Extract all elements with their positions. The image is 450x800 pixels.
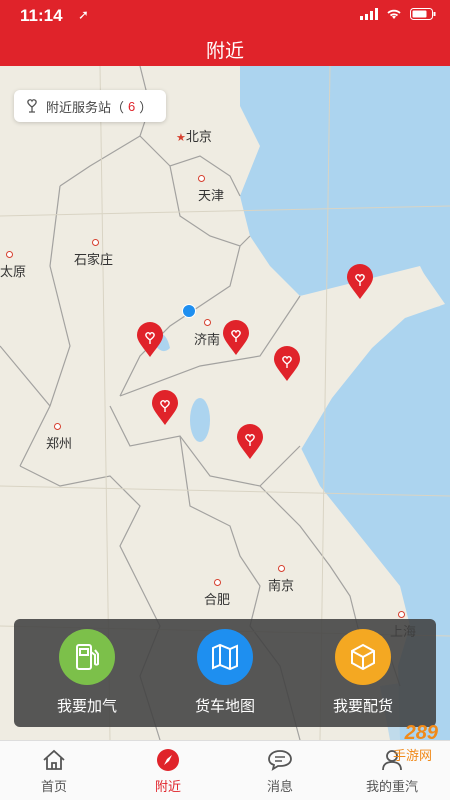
city-dot-icon	[278, 565, 285, 573]
tab-home-label: 首页	[40, 779, 67, 794]
city-dot-icon	[398, 611, 405, 619]
city-dot-icon	[54, 423, 61, 431]
city-dot-icon	[92, 239, 99, 247]
station-pill-label: 附近服务站（	[46, 99, 125, 115]
tab-home[interactable]: 首页	[14, 747, 94, 795]
city-dot-icon	[214, 579, 221, 587]
city-dot-icon	[6, 251, 13, 259]
compass-icon	[128, 747, 208, 773]
tab-messages-label: 消息	[266, 779, 293, 794]
city-dot-icon	[198, 175, 205, 183]
chat-icon	[240, 747, 320, 773]
signal-icon	[360, 8, 378, 20]
cargo-label: 我要配货	[332, 698, 393, 715]
station-marker[interactable]	[236, 424, 264, 460]
wifi-icon	[387, 9, 401, 19]
gas-button[interactable]: 我要加气	[32, 629, 142, 716]
nav-header: 附近	[0, 30, 450, 66]
user-location-dot	[182, 304, 196, 318]
nearby-stations-button[interactable]: 附近服务站（ 6 ）	[14, 90, 167, 122]
status-bar: 11:14 ➚	[0, 0, 450, 30]
capital-star-icon: ★	[176, 132, 186, 144]
city-zhengzhou: 郑州	[46, 418, 72, 452]
battery-icon	[410, 8, 436, 20]
page-title: 附近	[205, 41, 244, 62]
city-taiyuan: 太原	[0, 246, 26, 280]
city-jinan: 济南	[194, 314, 220, 348]
home-icon	[14, 747, 94, 773]
status-icons	[360, 8, 436, 20]
station-marker[interactable]	[136, 322, 164, 358]
city-hefei: 合肥	[204, 574, 230, 608]
station-marker[interactable]	[222, 320, 250, 356]
station-icon	[27, 99, 37, 113]
station-pill-close: ）	[139, 99, 153, 115]
gas-label: 我要加气	[56, 698, 117, 715]
station-marker[interactable]	[151, 390, 179, 426]
tab-mine-label: 我的重汽	[365, 779, 418, 794]
gas-pump-icon	[59, 629, 115, 685]
tab-messages[interactable]: 消息	[240, 747, 320, 795]
location-arrow-icon: ➚	[78, 7, 89, 22]
city-shijiazhuang: 石家庄	[74, 234, 113, 268]
package-icon	[335, 629, 391, 685]
city-nanjing: 南京	[268, 560, 294, 594]
tab-nearby[interactable]: 附近	[128, 747, 208, 795]
truck-map-button[interactable]: 货车地图	[170, 629, 280, 716]
bottom-tab-bar: 首页 附近 消息 我的重汽	[0, 740, 450, 800]
city-beijing: ★北京	[176, 129, 212, 144]
truck-map-label: 货车地图	[194, 698, 255, 715]
cargo-button[interactable]: 我要配货	[308, 629, 418, 716]
station-marker[interactable]	[273, 346, 301, 382]
watermark-text: 手游网	[392, 748, 432, 763]
quick-action-panel: 我要加气 货车地图 我要配货	[14, 619, 436, 727]
status-time: 11:14	[20, 6, 63, 25]
tab-nearby-label: 附近	[154, 779, 181, 794]
map-icon	[197, 629, 253, 685]
station-marker[interactable]	[346, 264, 374, 300]
city-tianjin: 天津	[198, 170, 224, 204]
station-count: 6	[128, 98, 136, 114]
city-dot-icon	[204, 319, 211, 327]
watermark-logo: 289	[404, 722, 438, 744]
